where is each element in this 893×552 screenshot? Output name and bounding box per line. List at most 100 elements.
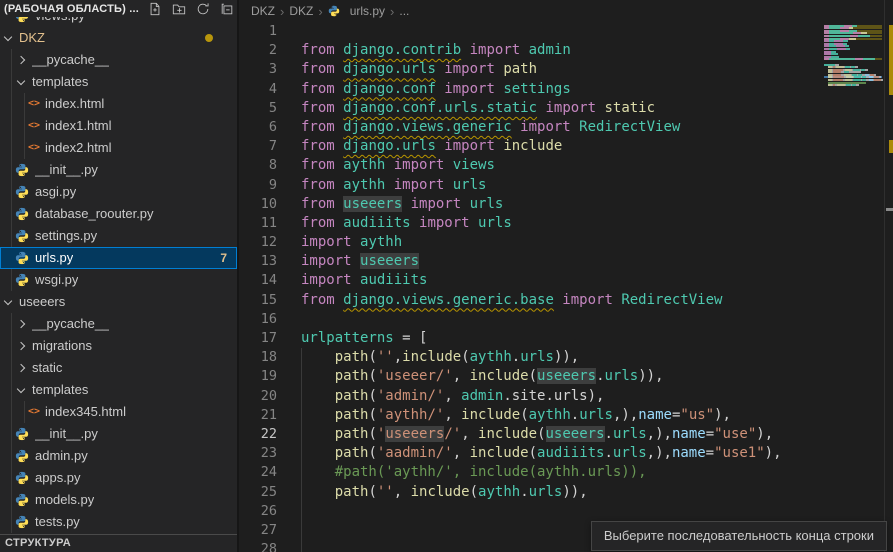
tree-item-useeers[interactable]: useeers [0, 291, 237, 313]
code-line-20[interactable]: 20 path('admin/', admin.site.urls), [241, 387, 826, 406]
line-number[interactable]: 10 [241, 195, 277, 214]
code-line-14[interactable]: 14import audiiits [241, 271, 826, 290]
outline-section-header[interactable]: СТРУКТУРА [0, 534, 237, 552]
tree-item-wsgi-py[interactable]: wsgi.py [0, 269, 237, 291]
tree-item-database-roouter-py[interactable]: database_roouter.py [0, 203, 237, 225]
minimap[interactable] [824, 22, 882, 95]
code-line-17[interactable]: 17urlpatterns = [ [241, 329, 826, 348]
code-line-16[interactable]: 16 [241, 310, 826, 329]
line-number[interactable]: 24 [241, 463, 277, 482]
line-number[interactable]: 12 [241, 233, 277, 252]
line-number[interactable]: 1 [241, 22, 277, 41]
chevron-right-icon [17, 320, 25, 328]
tree-item--pycache-[interactable]: __pycache__ [0, 313, 237, 335]
tree-item-label: templates [32, 379, 88, 401]
tree-item-settings-py[interactable]: settings.py [0, 225, 237, 247]
code-line-10[interactable]: 10from useeers import urls [241, 195, 826, 214]
line-number[interactable]: 22 [241, 425, 277, 444]
line-number[interactable]: 18 [241, 348, 277, 367]
collapse-all-icon[interactable] [219, 1, 235, 17]
line-number[interactable]: 19 [241, 367, 277, 386]
code-line-21[interactable]: 21 path('aythh/', include(aythh.urls,),n… [241, 406, 826, 425]
tree-item--init-py[interactable]: __init__.py [0, 423, 237, 445]
tree-item-index-html[interactable]: <>index.html [0, 93, 237, 115]
line-number[interactable]: 14 [241, 271, 277, 290]
code-line-18[interactable]: 18 path('',include(aythh.urls)), [241, 348, 826, 367]
tree-item--pycache-[interactable]: __pycache__ [0, 49, 237, 71]
tree-item-migrations[interactable]: migrations [0, 335, 237, 357]
tree-item-urls-py[interactable]: urls.py7 [0, 247, 237, 269]
line-number[interactable]: 26 [241, 502, 277, 521]
line-number[interactable]: 8 [241, 156, 277, 175]
tree-item--init-py[interactable]: __init__.py [0, 159, 237, 181]
line-number[interactable]: 15 [241, 291, 277, 310]
line-number[interactable]: 11 [241, 214, 277, 233]
line-number[interactable]: 20 [241, 387, 277, 406]
tree-item-index2-html[interactable]: <>index2.html [0, 137, 237, 159]
refresh-icon[interactable] [195, 1, 211, 17]
breadcrumb-item[interactable]: DKZ [251, 4, 275, 18]
line-number[interactable]: 16 [241, 310, 277, 329]
overview-ruler[interactable] [884, 0, 893, 552]
tree-item-label: templates [32, 71, 88, 93]
python-icon [15, 163, 29, 177]
code-line-7[interactable]: 7from django.urls import include [241, 137, 826, 156]
code-line-25[interactable]: 25 path('', include(aythh.urls)), [241, 483, 826, 502]
line-number[interactable]: 23 [241, 444, 277, 463]
tree-item-asgi-py[interactable]: asgi.py [0, 181, 237, 203]
code-line-6[interactable]: 6from django.views.generic import Redire… [241, 118, 826, 137]
code-line-13[interactable]: 13import useeers [241, 252, 826, 271]
line-number[interactable]: 13 [241, 252, 277, 271]
code-area[interactable]: 12from django.contrib import admin3from … [241, 22, 826, 552]
tree-item-models-py[interactable]: models.py [0, 489, 237, 511]
new-folder-icon[interactable] [171, 1, 187, 17]
code-line-11[interactable]: 11from audiiits import urls [241, 214, 826, 233]
tree-item-dkz[interactable]: DKZ [0, 27, 237, 49]
code-line-4[interactable]: 4from django.conf import settings [241, 80, 826, 99]
breadcrumb-separator-icon: › [280, 4, 284, 19]
line-number[interactable]: 6 [241, 118, 277, 137]
html-icon: <> [28, 93, 40, 115]
tree-item-templates[interactable]: templates [0, 379, 237, 401]
code-line-22[interactable]: 22 path('useeers/', include(useeers.urls… [241, 425, 826, 444]
tree-item-apps-py[interactable]: apps.py [0, 467, 237, 489]
code-line-24[interactable]: 24 #path('aythh/', include(aythh.urls)), [241, 463, 826, 482]
tree-item-index345-html[interactable]: <>index345.html [0, 401, 237, 423]
code-line-3[interactable]: 3from django.urls import path [241, 60, 826, 79]
tree-item-index1-html[interactable]: <>index1.html [0, 115, 237, 137]
new-file-icon[interactable] [147, 1, 163, 17]
problems-badge: 7 [220, 247, 227, 269]
chevron-down-icon [17, 76, 25, 84]
tree-item-admin-py[interactable]: admin.py [0, 445, 237, 467]
line-number[interactable]: 9 [241, 176, 277, 195]
chevron-right-icon [17, 364, 25, 372]
code-line-1[interactable]: 1 [241, 22, 826, 41]
code-line-12[interactable]: 12import aythh [241, 233, 826, 252]
line-number[interactable]: 28 [241, 540, 277, 552]
tree-item-label: models.py [35, 489, 94, 511]
line-number[interactable]: 27 [241, 521, 277, 540]
line-number[interactable]: 7 [241, 137, 277, 156]
code-line-19[interactable]: 19 path('useeer/', include(useeers.urls)… [241, 367, 826, 386]
line-number[interactable]: 3 [241, 60, 277, 79]
code-line-5[interactable]: 5from django.conf.urls.static import sta… [241, 99, 826, 118]
code-line-8[interactable]: 8from aythh import views [241, 156, 826, 175]
line-number[interactable]: 2 [241, 41, 277, 60]
tree-item-static[interactable]: static [0, 357, 237, 379]
code-line-9[interactable]: 9from aythh import urls [241, 176, 826, 195]
line-number[interactable]: 4 [241, 80, 277, 99]
code-line-2[interactable]: 2from django.contrib import admin [241, 41, 826, 60]
line-number[interactable]: 25 [241, 483, 277, 502]
breadcrumb-item[interactable]: ... [399, 4, 409, 18]
tree-item-templates[interactable]: templates [0, 71, 237, 93]
breadcrumb-item[interactable]: urls.py [328, 4, 385, 18]
line-number[interactable]: 5 [241, 99, 277, 118]
code-line-23[interactable]: 23 path('aadmin/', include(audiiits.urls… [241, 444, 826, 463]
line-number[interactable]: 21 [241, 406, 277, 425]
code-line-15[interactable]: 15from django.views.generic.base import … [241, 291, 826, 310]
line-number[interactable]: 17 [241, 329, 277, 348]
code-line-26[interactable]: 26 [241, 502, 826, 521]
code-line-text [277, 502, 301, 521]
breadcrumb-item[interactable]: DKZ [289, 4, 313, 18]
tree-item-tests-py[interactable]: tests.py [0, 511, 237, 533]
